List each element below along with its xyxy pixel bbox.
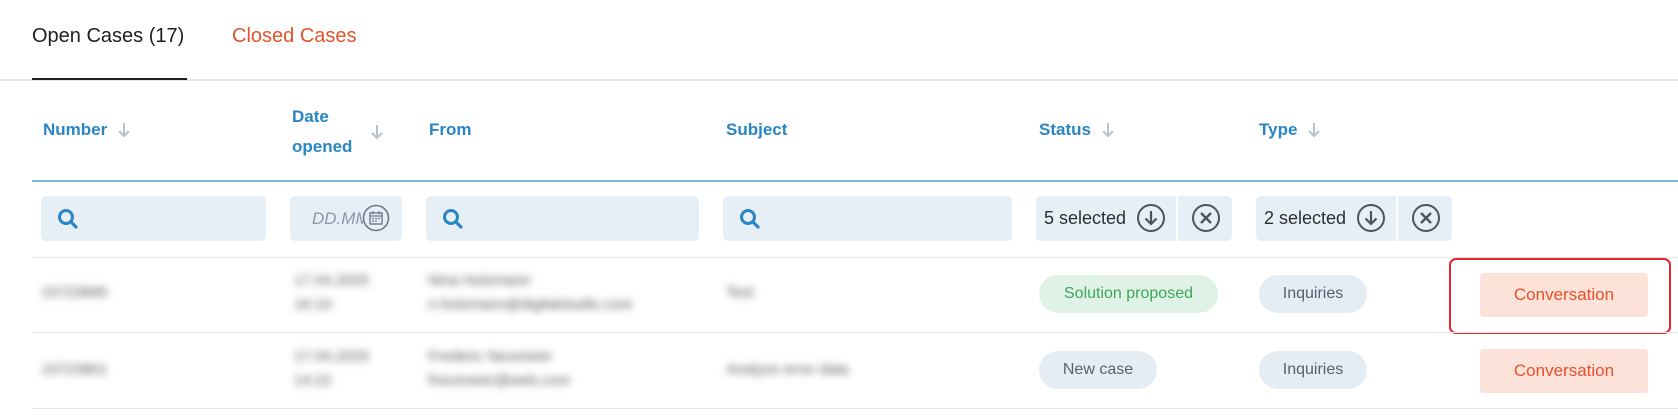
column-header-date-label: Date opened: [292, 102, 352, 162]
column-header-status[interactable]: Status: [1039, 120, 1115, 140]
row-divider: [32, 332, 1678, 333]
date-opened-date: 17.04.2025: [294, 348, 370, 365]
date-opened-time: 16:10: [294, 296, 332, 313]
type-selected-count: 2 selected: [1264, 208, 1347, 228]
case-subject: Test: [726, 284, 754, 301]
status-badge: Solution proposed: [1039, 275, 1218, 313]
type-badge: Inquiries: [1259, 275, 1367, 313]
date-opened-time: 14:22: [294, 372, 332, 389]
column-header-from: From: [429, 120, 472, 140]
dropdown-arrow-icon[interactable]: [1136, 203, 1166, 233]
column-header-from-label: From: [429, 120, 472, 139]
conversation-button[interactable]: Conversation: [1480, 349, 1648, 393]
status-filter-divider: [1176, 196, 1178, 241]
sort-arrow-icon: [1102, 123, 1114, 138]
column-header-type[interactable]: Type: [1259, 120, 1321, 140]
type-filter-divider: [1396, 196, 1398, 241]
column-header-number[interactable]: Number: [43, 120, 131, 140]
sender-name: Nina Holzmann: [428, 272, 531, 289]
status-multiselect[interactable]: 5 selected: [1036, 196, 1232, 241]
from-search-field[interactable]: [426, 196, 699, 241]
search-icon: [740, 208, 760, 229]
case-number: 15723801: [41, 361, 108, 378]
column-header-number-label: Number: [43, 120, 108, 139]
active-tab-indicator: [32, 78, 187, 80]
sender-name: Frederic Neumeier: [428, 348, 553, 365]
sender-email: fneumeier@web.com: [428, 372, 570, 389]
row-divider: [32, 408, 1678, 409]
date-filter-field[interactable]: [290, 196, 402, 241]
sort-arrow-icon: [371, 125, 384, 140]
date-opened-date: 17.04.2025: [294, 272, 370, 289]
row-divider: [32, 257, 1678, 258]
search-icon: [58, 208, 78, 229]
case-number: 15723895: [41, 284, 108, 301]
header-divider: [32, 180, 1678, 182]
search-icon: [443, 208, 463, 229]
subject-search-field[interactable]: [723, 196, 1012, 241]
type-badge: Inquiries: [1259, 351, 1367, 389]
sort-arrow-icon: [118, 123, 130, 138]
sort-arrow-icon: [1308, 123, 1321, 138]
dropdown-arrow-icon[interactable]: [1356, 203, 1386, 233]
tab-closed-cases[interactable]: Closed Cases: [232, 22, 357, 50]
column-header-date-opened[interactable]: Date opened: [292, 102, 384, 162]
column-header-date-line1: Date: [292, 107, 329, 126]
case-subject: Analyze error data: [726, 361, 849, 378]
column-header-date-line2: opened: [292, 137, 353, 156]
highlight-box: [1449, 258, 1671, 334]
type-multiselect[interactable]: 2 selected: [1256, 196, 1452, 241]
column-header-subject: Subject: [726, 120, 787, 140]
column-header-type-label: Type: [1259, 120, 1298, 139]
tab-open-cases[interactable]: Open Cases (17): [32, 22, 184, 50]
status-selected-count: 5 selected: [1044, 208, 1127, 228]
clear-icon[interactable]: [1191, 203, 1221, 233]
calendar-icon[interactable]: [362, 204, 390, 232]
sender-email: n.holzmann@digitalstudio.com: [428, 296, 633, 313]
number-search-field[interactable]: [41, 196, 266, 241]
column-header-subject-label: Subject: [726, 120, 788, 139]
status-badge: New case: [1039, 351, 1157, 389]
case-tabs: Open Cases (17) Closed Cases: [0, 0, 1678, 81]
column-header-status-label: Status: [1039, 120, 1091, 139]
clear-icon[interactable]: [1411, 203, 1441, 233]
